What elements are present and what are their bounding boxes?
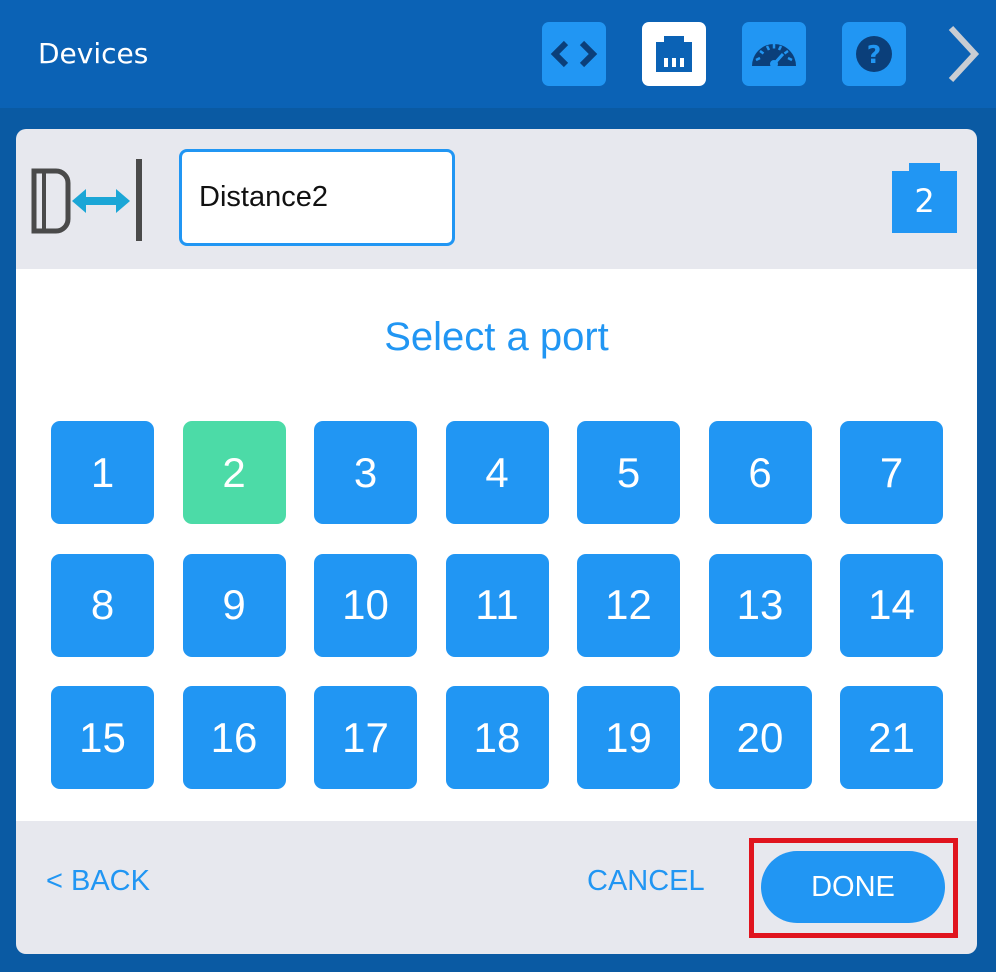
- code-icon: [550, 40, 598, 68]
- port-button[interactable]: 11: [445, 553, 549, 657]
- port-select-dialog: 2 Select a port 1 2 3 4 5 6 7 8 9 10 11 …: [16, 129, 977, 954]
- page-title: Devices: [38, 37, 149, 70]
- port-button[interactable]: 8: [51, 553, 154, 657]
- port-button[interactable]: 7: [840, 421, 943, 524]
- port-button[interactable]: 9: [182, 553, 286, 657]
- dashboard-icon: [752, 44, 796, 68]
- port-button[interactable]: 17: [314, 686, 417, 789]
- port-button[interactable]: 13: [708, 553, 812, 657]
- port-button-selected[interactable]: 2: [182, 421, 286, 524]
- next-button[interactable]: [934, 22, 988, 86]
- port-button[interactable]: 12: [577, 553, 680, 657]
- help-icon: ?: [856, 36, 892, 72]
- port-button[interactable]: 3: [314, 421, 417, 524]
- port-button[interactable]: 5: [577, 421, 680, 524]
- port-selection-panel: Select a port 1 2 3 4 5 6 7 8 9 10 11 12…: [16, 269, 977, 821]
- port-badge-number: 2: [914, 182, 935, 220]
- svg-text:?: ?: [867, 40, 882, 69]
- port-badge: 2: [892, 163, 957, 233]
- back-button[interactable]: < BACK: [46, 861, 150, 901]
- port-button[interactable]: 19: [577, 686, 680, 789]
- help-button[interactable]: ?: [842, 22, 906, 86]
- cancel-button[interactable]: CANCEL: [587, 861, 705, 901]
- devices-tab-button[interactable]: [642, 22, 706, 86]
- port-button[interactable]: 1: [51, 421, 154, 524]
- distance-sensor-icon: [31, 159, 142, 241]
- port-button[interactable]: 6: [708, 421, 812, 524]
- device-bar: 2: [16, 129, 977, 269]
- dashboard-button[interactable]: [742, 22, 806, 86]
- done-button[interactable]: DONE: [761, 851, 945, 923]
- code-view-button[interactable]: [542, 22, 606, 86]
- device-name-field[interactable]: [179, 149, 455, 246]
- select-port-heading: Select a port: [384, 315, 609, 359]
- port-button[interactable]: 4: [445, 421, 549, 524]
- port-button[interactable]: 21: [840, 686, 943, 789]
- dialog-footer: < BACK CANCEL DONE: [16, 821, 977, 954]
- port-button[interactable]: 14: [840, 553, 943, 657]
- chevron-right-icon: [948, 25, 980, 83]
- port-grid: 1 2 3 4 5 6 7 8 9 10 11 12 13 14 15 16 1…: [51, 421, 943, 789]
- header-bar: Devices ?: [0, 0, 996, 108]
- port-button[interactable]: 20: [708, 686, 812, 789]
- port-button[interactable]: 15: [51, 686, 154, 789]
- port-button[interactable]: 10: [314, 553, 417, 657]
- port-button[interactable]: 18: [445, 686, 549, 789]
- port-button[interactable]: 16: [182, 686, 286, 789]
- port-icon: [656, 36, 692, 72]
